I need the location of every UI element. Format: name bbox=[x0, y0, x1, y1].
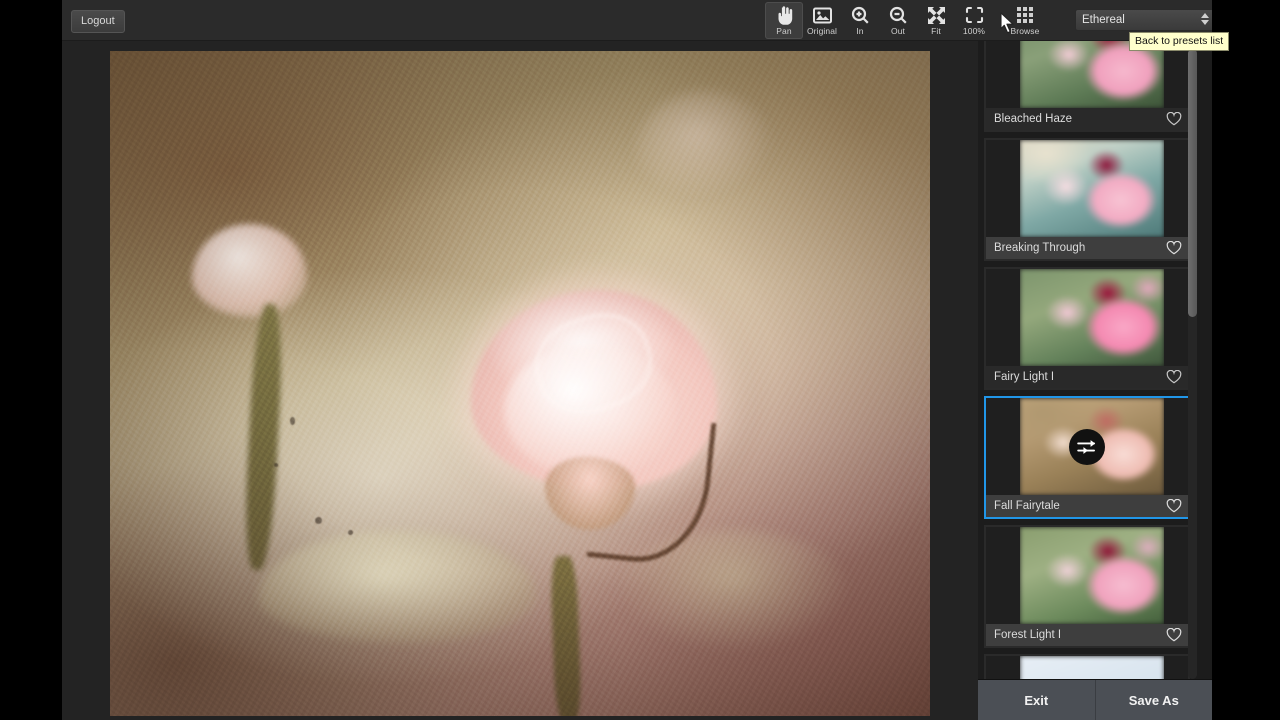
preset-caption: Fairy Light I bbox=[986, 366, 1188, 388]
preset-thumbnail[interactable] bbox=[986, 398, 1188, 495]
preset-category-select[interactable]: Ethereal bbox=[1075, 9, 1217, 31]
preset-name: Breaking Through bbox=[994, 242, 1086, 254]
save-as-button[interactable]: Save As bbox=[1094, 680, 1212, 720]
actual-size-icon bbox=[965, 5, 984, 25]
presets-panel: Bleached Haze Breaking Through Fairy Lig… bbox=[978, 41, 1212, 720]
exit-button[interactable]: Exit bbox=[978, 680, 1095, 720]
preset-caption: Forest Light I bbox=[986, 624, 1188, 646]
preset-name: Fall Fairytale bbox=[994, 500, 1060, 512]
heart-icon[interactable] bbox=[1166, 370, 1182, 384]
tool-zoom-out-label: Out bbox=[890, 26, 905, 36]
sliders-icon[interactable] bbox=[1069, 428, 1105, 465]
preset-caption: Breaking Through bbox=[986, 237, 1188, 259]
preset-card[interactable]: Bleached Haze bbox=[984, 41, 1190, 132]
tool-fit-label: Fit bbox=[931, 26, 941, 36]
preset-card[interactable]: Forest Light I bbox=[984, 525, 1190, 648]
letterbox-left bbox=[0, 0, 62, 720]
browse-tool-group: Browse bbox=[1006, 2, 1044, 39]
preset-thumbnail[interactable] bbox=[986, 41, 1188, 108]
image-canvas-area[interactable] bbox=[62, 41, 978, 720]
fit-icon bbox=[927, 5, 946, 25]
tooltip: Back to presets list bbox=[1129, 32, 1230, 51]
preset-thumbnail[interactable] bbox=[986, 656, 1188, 681]
preset-thumbnail[interactable] bbox=[986, 269, 1188, 366]
image-icon bbox=[812, 5, 832, 25]
heart-icon[interactable] bbox=[1166, 499, 1182, 513]
letterbox-right bbox=[1212, 0, 1280, 720]
tool-original-label: Original bbox=[806, 26, 838, 36]
preset-card[interactable]: Fairy Light I bbox=[984, 267, 1190, 390]
preset-thumbnail[interactable] bbox=[986, 140, 1188, 237]
app-window: Logout Pan Original In Out Fit 100% Brow… bbox=[0, 0, 1280, 720]
logout-button[interactable]: Logout bbox=[71, 10, 125, 33]
edited-photo[interactable] bbox=[110, 51, 930, 716]
preset-name: Forest Light I bbox=[994, 629, 1062, 641]
preset-card[interactable] bbox=[984, 654, 1190, 681]
preset-caption: Fall Fairytale bbox=[986, 495, 1188, 517]
preset-card-selected[interactable]: Fall Fairytale bbox=[984, 396, 1190, 519]
hand-icon bbox=[776, 5, 793, 25]
presets-list[interactable]: Bleached Haze Breaking Through Fairy Lig… bbox=[978, 41, 1196, 681]
photo-vignette-layer bbox=[110, 51, 930, 716]
heart-icon[interactable] bbox=[1166, 628, 1182, 642]
grid-icon bbox=[1017, 5, 1033, 25]
top-toolbar: Logout Pan Original In Out Fit 100% Brow… bbox=[62, 0, 1280, 41]
tool-actual-size[interactable]: 100% bbox=[955, 2, 993, 39]
tool-actual-size-label: 100% bbox=[962, 26, 986, 36]
preset-name: Fairy Light I bbox=[994, 371, 1055, 383]
zoom-in-icon bbox=[851, 5, 870, 25]
tool-pan-label: Pan bbox=[776, 26, 792, 36]
browse-label: Browse bbox=[1010, 26, 1040, 36]
preset-card[interactable]: Breaking Through bbox=[984, 138, 1190, 261]
tool-fit[interactable]: Fit bbox=[917, 2, 955, 39]
tool-zoom-out[interactable]: Out bbox=[879, 2, 917, 39]
heart-icon[interactable] bbox=[1166, 241, 1182, 255]
stepper-icon[interactable] bbox=[1201, 13, 1209, 25]
preset-name: Bleached Haze bbox=[994, 113, 1072, 125]
preset-thumbnail[interactable] bbox=[986, 527, 1188, 624]
scrollbar-thumb[interactable] bbox=[1188, 49, 1197, 317]
browse-button[interactable]: Browse bbox=[1006, 2, 1044, 39]
panel-footer: Exit Save As bbox=[978, 679, 1212, 720]
tool-zoom-in[interactable]: In bbox=[841, 2, 879, 39]
preset-caption: Bleached Haze bbox=[986, 108, 1188, 130]
tool-original[interactable]: Original bbox=[803, 2, 841, 39]
preset-category-value: Ethereal bbox=[1082, 14, 1125, 26]
view-tool-group: Pan Original In Out Fit 100% bbox=[765, 2, 993, 39]
presets-scrollbar[interactable] bbox=[1188, 47, 1197, 679]
zoom-out-icon bbox=[889, 5, 908, 25]
tool-zoom-in-label: In bbox=[856, 26, 864, 36]
heart-icon[interactable] bbox=[1166, 112, 1182, 126]
tool-pan[interactable]: Pan bbox=[765, 2, 803, 39]
